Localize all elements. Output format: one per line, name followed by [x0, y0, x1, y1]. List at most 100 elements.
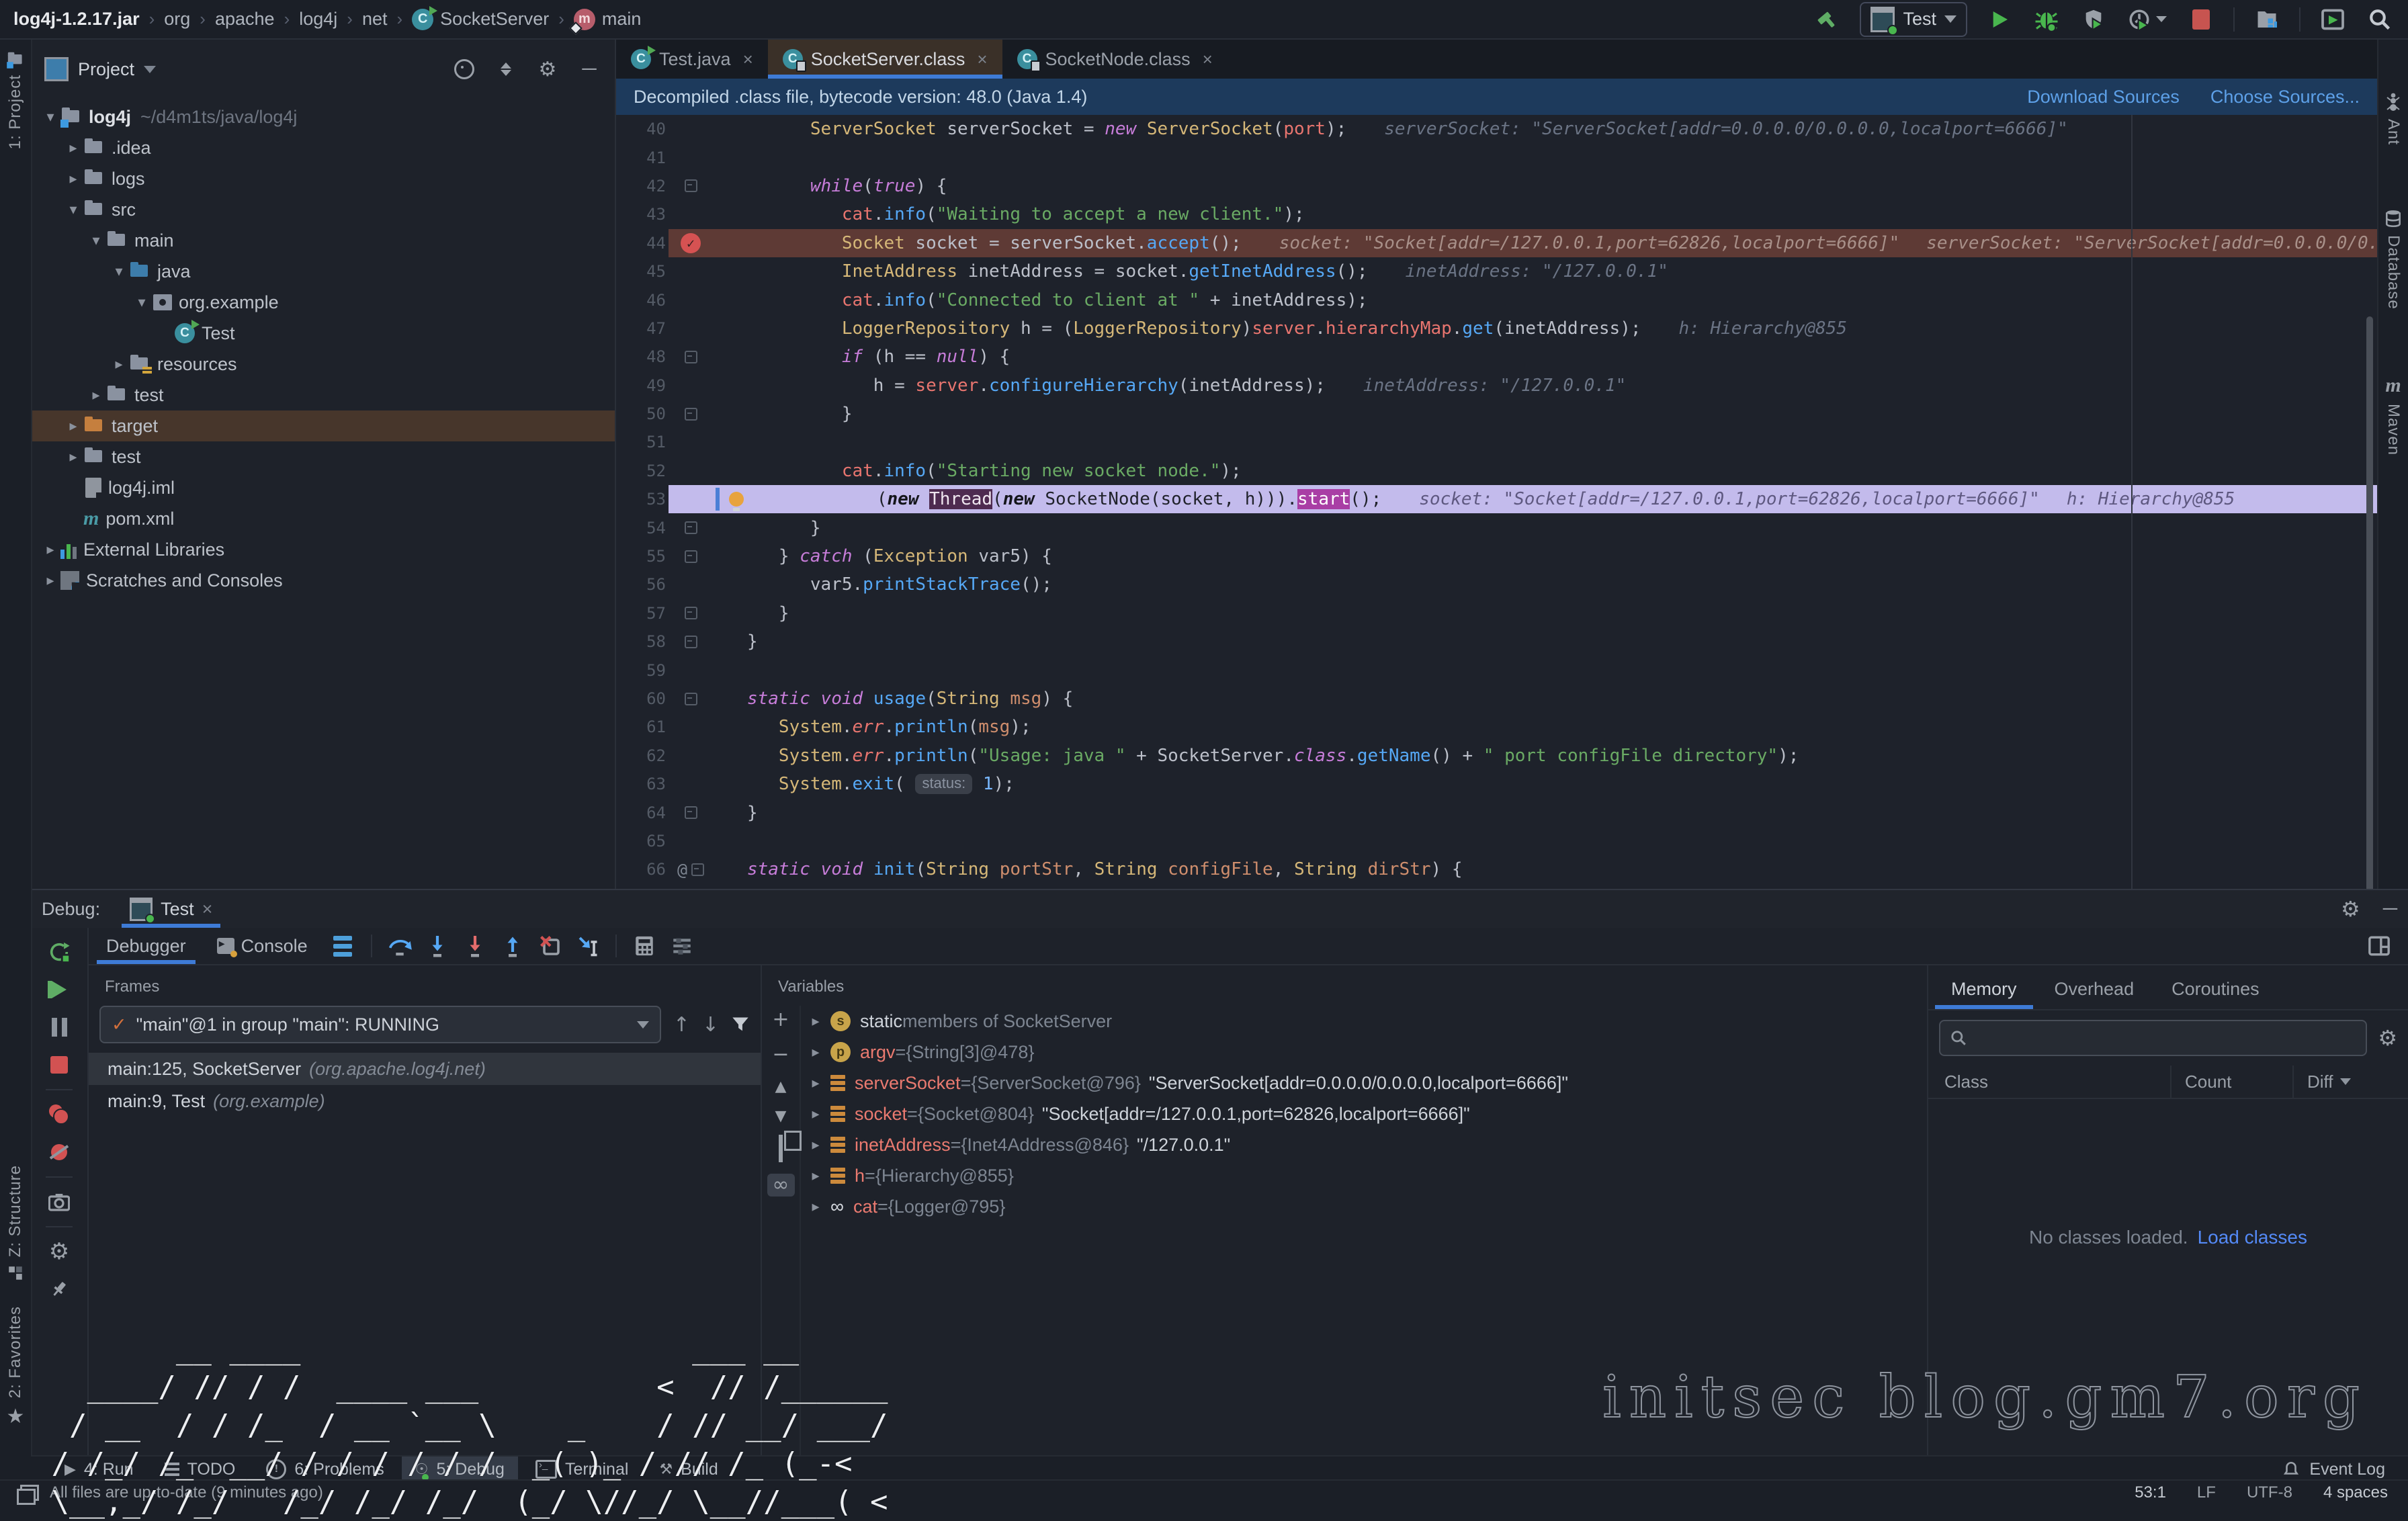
tree-chevron-icon[interactable]: ▸	[63, 417, 83, 435]
layout-settings-icon[interactable]	[333, 936, 352, 957]
tree-item-external-libraries[interactable]: ▸External Libraries	[31, 534, 615, 565]
code-line-66[interactable]: 66@ static void init(String portStr, Str…	[616, 855, 2377, 883]
toolwindow-button-todo[interactable]: TODO	[151, 1457, 249, 1482]
close-icon[interactable]: ×	[977, 49, 987, 70]
mute-breakpoints-icon[interactable]	[40, 1133, 78, 1171]
frame-row[interactable]: main:9, Test(org.example)	[89, 1085, 761, 1117]
tab-socketnode-class[interactable]: CSocketNode.class×	[1002, 40, 1228, 79]
tree-chevron-icon[interactable]: ▸	[801, 1105, 830, 1123]
rerun-icon[interactable]	[40, 933, 78, 971]
breadcrumb[interactable]: log4j-1.2.17.jar›org›apache›log4j›net›CS…	[13, 9, 641, 30]
code-line-40[interactable]: 40 ServerSocket serverSocket = new Serve…	[616, 115, 2377, 143]
step-out-icon[interactable]	[497, 931, 528, 961]
pin-tab-icon[interactable]	[40, 1270, 78, 1308]
code-line-53[interactable]: 53 (new Thread(new SocketNode(socket, h)…	[616, 485, 2377, 513]
tree-chevron-icon[interactable]: ▸	[40, 541, 60, 558]
move-up-icon[interactable]: ▲	[775, 1080, 787, 1094]
fold-end-icon[interactable]	[685, 408, 697, 421]
code-line-48[interactable]: 48 if (h == null) {	[616, 343, 2377, 371]
close-icon[interactable]: ×	[202, 899, 213, 920]
tree-item-test[interactable]: ▸test	[31, 441, 615, 472]
column-count[interactable]: Count	[2172, 1066, 2294, 1098]
sidebar-item-maven[interactable]: m Maven	[2384, 362, 2403, 468]
code-line-60[interactable]: 60 static void usage(String msg) {	[616, 685, 2377, 713]
code-line-49[interactable]: 49 h = server.configureHierarchy(inetAdd…	[616, 372, 2377, 400]
code-line-65[interactable]: 65	[616, 827, 2377, 855]
sidebar-item-database[interactable]: Database	[2384, 198, 2403, 322]
debug-session-tab[interactable]: Test ×	[118, 890, 224, 928]
toolwindow-button-build[interactable]: ⚒Build	[646, 1457, 731, 1482]
tree-chevron-icon[interactable]: ▸	[63, 139, 83, 157]
tree-item-test[interactable]: CTest	[31, 318, 615, 349]
column-diff[interactable]: Diff	[2294, 1066, 2408, 1098]
tab-overhead[interactable]: Overhead	[2038, 972, 2151, 1009]
hide-panel-icon[interactable]: ─	[2383, 898, 2397, 920]
code-line-44[interactable]: 44✓ Socket socket = serverSocket.accept(…	[616, 229, 2377, 257]
breadcrumb-item[interactable]: org	[164, 9, 190, 30]
stop-button[interactable]	[2186, 5, 2216, 34]
run-anything-icon[interactable]	[2318, 5, 2348, 34]
sidebar-item-ant[interactable]: Ant	[2384, 80, 2403, 157]
fold-end-icon[interactable]	[685, 806, 697, 819]
fold-start-icon[interactable]	[685, 351, 697, 363]
fold-end-icon[interactable]	[685, 521, 697, 534]
debug-button[interactable]	[2032, 5, 2061, 34]
run-to-cursor-icon[interactable]	[572, 931, 603, 961]
tree-chevron-icon[interactable]: ▾	[63, 201, 83, 218]
pause-icon[interactable]	[40, 1008, 78, 1046]
fold-end-icon[interactable]	[685, 636, 697, 648]
variable-row[interactable]: ▸inetAddress = {Inet4Address@846}"/127.0…	[801, 1129, 1927, 1160]
code-line-43[interactable]: 43 cat.info("Waiting to accept a new cli…	[616, 200, 2377, 228]
fold-start-icon[interactable]	[691, 863, 704, 876]
tree-chevron-icon[interactable]: ▸	[801, 1198, 830, 1215]
download-sources-link[interactable]: Download Sources	[2027, 87, 2180, 107]
memory-search-input[interactable]	[1939, 1020, 2367, 1056]
code-line-62[interactable]: 62 System.err.println("Usage: java " + S…	[616, 742, 2377, 770]
filter-icon[interactable]	[731, 1015, 750, 1034]
fold-start-icon[interactable]	[685, 179, 697, 192]
toolwindow-button-4-run[interactable]: ▶4: Run	[51, 1457, 147, 1482]
editor-preview-icon[interactable]	[20, 1485, 39, 1501]
code-line-58[interactable]: 58 }	[616, 627, 2377, 656]
tree-item-java[interactable]: ▾java	[31, 256, 615, 287]
tree-chevron-icon[interactable]: ▾	[109, 263, 129, 280]
tab-console[interactable]: Console	[205, 928, 320, 964]
code-line-46[interactable]: 46 cat.info("Connected to client at " + …	[616, 286, 2377, 314]
tree-chevron-icon[interactable]: ▸	[63, 170, 83, 187]
hide-panel-icon[interactable]: ─	[577, 57, 601, 81]
run-configuration-select[interactable]: Test	[1860, 2, 1967, 37]
load-classes-link[interactable]: Load classes	[2198, 1227, 2307, 1248]
locate-file-icon[interactable]	[452, 57, 476, 81]
tree-chevron-icon[interactable]: ▾	[40, 108, 60, 126]
tree-chevron-icon[interactable]: ▸	[801, 1136, 830, 1154]
sidebar-item-structure[interactable]: Z: Structure	[0, 1153, 31, 1293]
sliders-settings-icon[interactable]	[666, 931, 697, 961]
tree-chevron-icon[interactable]: ▸	[801, 1167, 830, 1184]
breadcrumb-item[interactable]: net	[362, 9, 388, 30]
code-line-47[interactable]: 47 LoggerRepository h = (LoggerRepositor…	[616, 314, 2377, 343]
show-watches-icon[interactable]: ∞	[767, 1174, 795, 1197]
stop-icon[interactable]	[40, 1046, 78, 1084]
code-line-50[interactable]: 50 }	[616, 400, 2377, 428]
thread-selector[interactable]: ✓ "main"@1 in group "main": RUNNING	[99, 1006, 661, 1043]
project-view-select[interactable]: Project	[44, 57, 156, 81]
tree-item-log4j[interactable]: ▾log4j~/d4m1ts/java/log4j	[31, 101, 615, 132]
tree-chevron-icon[interactable]: ▸	[801, 1012, 830, 1030]
code-line-41[interactable]: 41	[616, 143, 2377, 171]
code-editor[interactable]: 40 ServerSocket serverSocket = new Serve…	[616, 115, 2377, 889]
variable-row[interactable]: ▸h = {Hierarchy@855}	[801, 1160, 1927, 1191]
tree-item-target[interactable]: ▸target	[31, 410, 615, 441]
fold-end-icon[interactable]	[685, 607, 697, 619]
duplicate-icon[interactable]	[779, 1139, 783, 1159]
frame-row[interactable]: main:125, SocketServer(org.apache.log4j.…	[89, 1053, 761, 1085]
previous-frame-icon[interactable]: ↑	[673, 1013, 690, 1037]
tree-chevron-icon[interactable]: ▸	[63, 448, 83, 466]
memory-settings-gear-icon[interactable]: ⚙	[2378, 1025, 2397, 1051]
tree-chevron-icon[interactable]: ▸	[801, 1074, 830, 1092]
toolwindow-button-terminal[interactable]: Terminal	[522, 1457, 642, 1482]
code-line-51[interactable]: 51	[616, 428, 2377, 456]
remove-watch-icon[interactable]: −	[772, 1045, 789, 1065]
sidebar-item-favorites[interactable]: 2: Favorites ★	[0, 1294, 31, 1455]
variable-row[interactable]: ▸sstatic members of SocketServer	[801, 1006, 1927, 1037]
caret-position[interactable]: 53:1	[2135, 1483, 2166, 1502]
